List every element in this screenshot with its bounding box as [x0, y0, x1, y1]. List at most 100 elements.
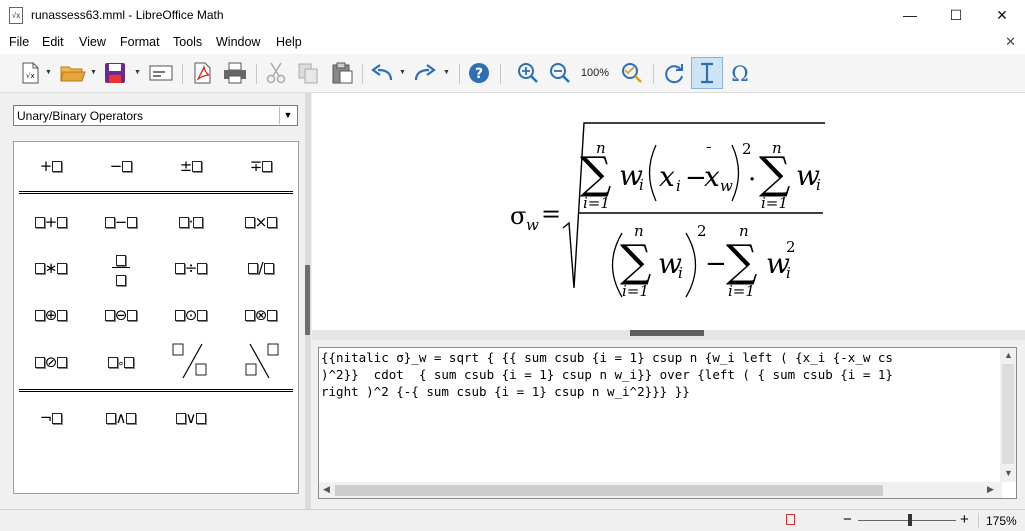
help-icon[interactable]: ?: [467, 61, 491, 85]
zoom-slider[interactable]: [858, 520, 956, 521]
formula-command-editor[interactable]: {{nitalic σ}_w = sqrt { {{ sum csub {i =…: [318, 347, 1017, 499]
zoom-in-icon[interactable]: [516, 61, 540, 85]
minimize-button[interactable]: —: [887, 0, 933, 31]
zoom-out-status-button[interactable]: −: [843, 511, 852, 528]
editor-horizontal-scroll-thumb[interactable]: [335, 485, 883, 496]
save-icon[interactable]: [103, 61, 127, 85]
scroll-down-icon[interactable]: ▼: [1004, 468, 1013, 478]
addition-element[interactable]: +: [16, 204, 86, 240]
plus-minus-element[interactable]: ±: [156, 148, 226, 184]
multiplication-x-element[interactable]: ×: [226, 204, 296, 240]
menu-format[interactable]: Format: [120, 35, 160, 49]
sum3-sigma: ∑: [620, 236, 651, 287]
denom-minus-sign: −: [705, 249, 727, 279]
zoom-slider-handle[interactable]: [908, 514, 912, 526]
maximize-button[interactable]: ☐: [933, 0, 979, 31]
panel-splitter-handle[interactable]: [305, 265, 310, 335]
new-formula-icon[interactable]: √x: [18, 61, 42, 85]
sum2-sigma: ∑: [759, 148, 790, 199]
sum2-lower: i=1: [761, 194, 788, 212]
scroll-up-icon[interactable]: ▲: [1004, 350, 1013, 360]
division-element[interactable]: ÷: [156, 250, 226, 286]
paste-icon[interactable]: [330, 61, 354, 85]
window-title: runassess63.mml - LibreOffice Math: [31, 8, 224, 22]
unary-minus-element[interactable]: −: [86, 148, 156, 184]
save-dropdown-icon[interactable]: ▼: [134, 69, 141, 76]
editor-vertical-scroll-thumb[interactable]: [1002, 364, 1014, 464]
update-icon[interactable]: [661, 61, 687, 85]
symbols-icon[interactable]: Ω: [728, 61, 752, 85]
title-bar: √x runassess63.mml - LibreOffice Math — …: [0, 0, 1025, 31]
circled-dot-element[interactable]: ⊙: [156, 297, 226, 333]
formula-preview[interactable]: σ w = n ∑ i=1 w i x i − ¯ x w 2 · n ∑ i=…: [312, 93, 1025, 330]
zoom-fit-icon[interactable]: [620, 61, 644, 85]
composition-element[interactable]: ∘: [86, 344, 156, 380]
circled-slash-element[interactable]: ⊘: [16, 344, 86, 380]
redo-icon[interactable]: [412, 61, 438, 85]
circled-times-element[interactable]: ⊗: [226, 297, 296, 333]
wide-slash-element[interactable]: [156, 338, 226, 384]
zoom-level-value[interactable]: 175%: [986, 514, 1017, 528]
new-dropdown-icon[interactable]: ▼: [45, 69, 52, 76]
editor-splitter[interactable]: [312, 330, 1025, 340]
editor-vertical-scrollbar[interactable]: ▲ ▼: [1000, 348, 1016, 482]
minus-plus-element[interactable]: ∓: [226, 148, 296, 184]
editor-horizontal-scrollbar[interactable]: ◀ ▶: [319, 482, 1002, 498]
boolean-and-element[interactable]: ∧: [86, 400, 156, 436]
cut-icon[interactable]: [264, 61, 288, 85]
boolean-or-element[interactable]: ∨: [156, 400, 226, 436]
editor-splitter-handle[interactable]: [630, 330, 704, 336]
close-window-button[interactable]: ✕: [979, 0, 1025, 31]
menu-file[interactable]: File: [9, 35, 29, 49]
cdot-operator: ·: [748, 165, 756, 195]
standard-toolbar: √x ▼ ▼ ▼ ▼ ▼ ? 100% Ω: [0, 54, 1025, 93]
menu-help[interactable]: Help: [276, 35, 302, 49]
menu-edit[interactable]: Edit: [42, 35, 64, 49]
zoom-out-icon[interactable]: [548, 61, 572, 85]
send-email-icon[interactable]: [148, 61, 174, 85]
scroll-right-icon[interactable]: ▶: [987, 484, 994, 495]
editor-line-1: {{nitalic σ}_w = sqrt { {{ sum csub {i =…: [321, 350, 893, 365]
fraction-element[interactable]: [86, 250, 156, 286]
menu-view[interactable]: View: [79, 35, 106, 49]
open-folder-icon[interactable]: [59, 61, 87, 85]
square-exponent: 2: [742, 140, 752, 158]
subtraction-element[interactable]: −: [86, 204, 156, 240]
copy-icon[interactable]: [296, 61, 320, 85]
export-pdf-icon[interactable]: [190, 61, 214, 85]
document-modified-icon[interactable]: [786, 514, 795, 525]
slash-element[interactable]: /: [226, 250, 296, 286]
equals-sign: =: [541, 200, 561, 228]
sum1-lower: i=1: [583, 194, 610, 212]
multiplication-asterisk-element[interactable]: ∗: [16, 250, 86, 286]
zoom-100-button[interactable]: 100%: [578, 61, 612, 85]
close-document-button[interactable]: ✕: [1005, 34, 1016, 50]
sum3-lower: i=1: [622, 282, 649, 300]
undo-icon[interactable]: [369, 61, 395, 85]
denom-right-paren: [685, 232, 697, 298]
undo-dropdown-icon[interactable]: ▼: [399, 69, 406, 76]
scroll-left-icon[interactable]: ◀: [323, 484, 330, 495]
x-w: x: [704, 160, 720, 193]
w-subscript-i: i: [639, 176, 644, 194]
x-i: x: [659, 160, 675, 193]
multiplication-dot-element[interactable]: ·: [156, 204, 226, 240]
chevron-down-icon[interactable]: ▼: [279, 107, 296, 124]
circled-minus-element[interactable]: ⊖: [86, 297, 156, 333]
element-category-select[interactable]: Unary/Binary Operators ▼: [13, 105, 298, 126]
menu-tools[interactable]: Tools: [173, 35, 202, 49]
formula-cursor-icon[interactable]: [691, 57, 723, 89]
w-squared-exponent: 2: [786, 238, 796, 256]
unary-plus-element[interactable]: +: [16, 148, 86, 184]
open-dropdown-icon[interactable]: ▼: [90, 69, 97, 76]
x-subscript-i: i: [676, 177, 681, 195]
circled-plus-element[interactable]: ⊕: [16, 297, 86, 333]
menu-window[interactable]: Window: [216, 35, 260, 49]
redo-dropdown-icon[interactable]: ▼: [443, 69, 450, 76]
boolean-not-element[interactable]: ¬: [16, 400, 86, 436]
print-icon[interactable]: [222, 61, 248, 85]
svg-text:?: ?: [475, 66, 483, 82]
elements-grid: + − ± ∓ + − · × ∗ ÷ / ⊕ ⊖ ⊙ ⊗ ⊘ ∘ ¬ ∧ ∨: [13, 141, 299, 494]
wide-backslash-element[interactable]: [226, 338, 296, 384]
zoom-in-status-button[interactable]: +: [960, 511, 969, 528]
